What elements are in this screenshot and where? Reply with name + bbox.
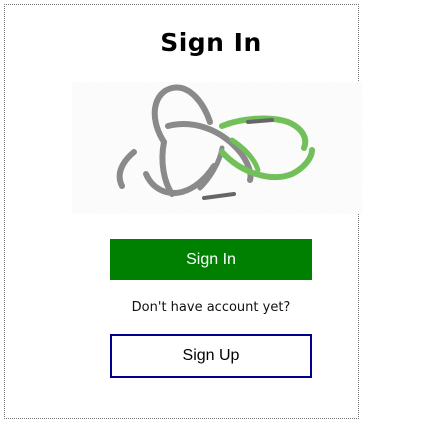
sign-in-button[interactable]: Sign In [110, 239, 312, 280]
sign-up-button[interactable]: Sign Up [110, 334, 312, 378]
app-logo-icon [72, 82, 362, 214]
page-title: Sign In [160, 28, 262, 57]
signup-prompt: Don't have account yet? [131, 300, 291, 315]
